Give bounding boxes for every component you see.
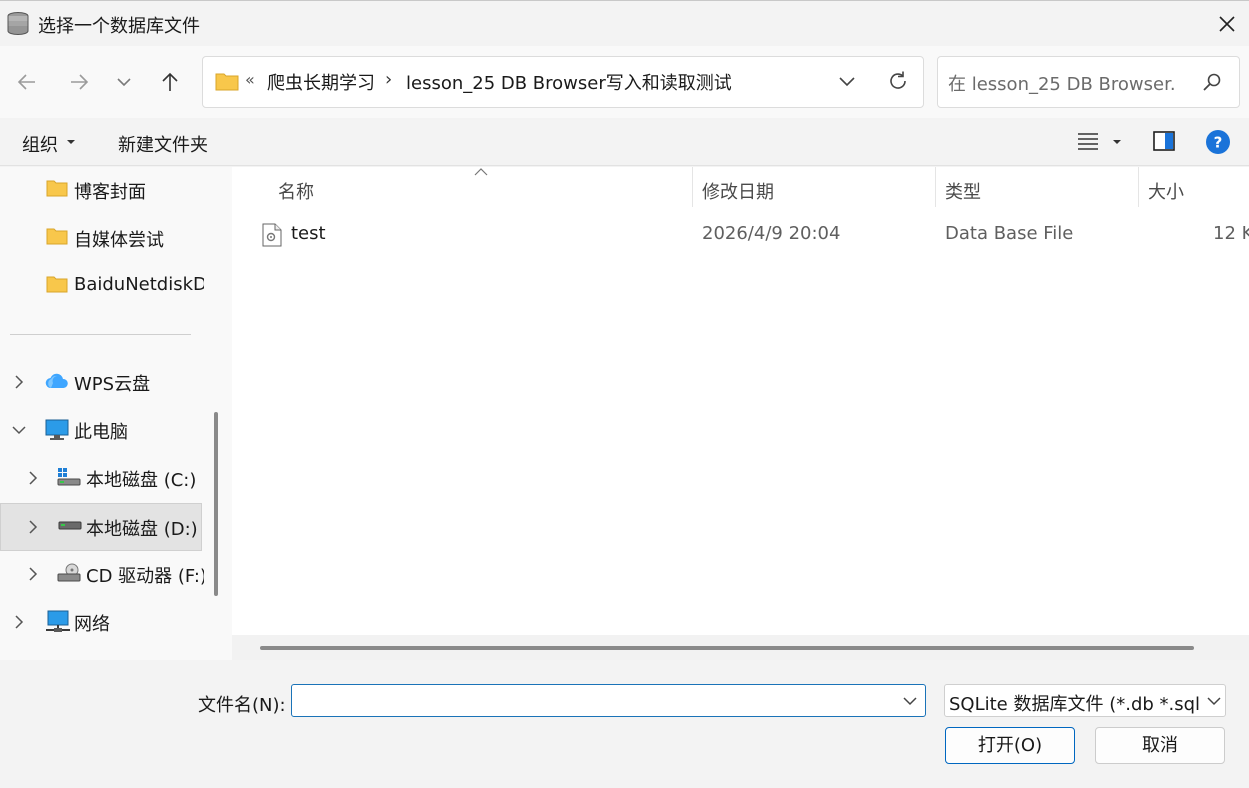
sidebar-item-label: 本地磁盘 (C:) bbox=[86, 470, 197, 491]
sidebar-item-label: 网络 bbox=[74, 614, 110, 635]
navigation-pane: 博客封面 自媒体尝试 BaiduNetdiskD WPS云盘 此电脑 本地磁盘 … bbox=[0, 167, 204, 660]
organize-menu[interactable]: 组织 bbox=[22, 131, 58, 157]
sidebar-divider bbox=[10, 334, 191, 335]
command-bar: 组织 新建文件夹 ? bbox=[0, 118, 1249, 166]
chevron-down-icon[interactable] bbox=[837, 71, 857, 91]
file-size: 12 K bbox=[1213, 223, 1249, 244]
file-type-select[interactable]: SQLite 数据库文件 (*.db *.sqlite bbox=[944, 684, 1226, 717]
file-type: Data Base File bbox=[945, 223, 1074, 244]
folder-icon bbox=[215, 71, 239, 91]
sidebar-scrollbar[interactable] bbox=[204, 167, 232, 660]
up-button[interactable] bbox=[153, 65, 187, 99]
filename-label: 文件名(N): bbox=[198, 695, 286, 716]
search-icon[interactable] bbox=[1202, 72, 1222, 92]
view-options-icon[interactable] bbox=[1077, 132, 1099, 150]
sidebar-item-baidunetdisk[interactable]: BaiduNetdiskD bbox=[0, 263, 204, 311]
cd-drive-icon bbox=[57, 563, 81, 583]
horizontal-scrollbar[interactable] bbox=[232, 635, 1249, 660]
arrow-right-icon bbox=[69, 73, 89, 91]
network-icon bbox=[45, 610, 71, 634]
chevron-right-icon[interactable] bbox=[28, 471, 38, 485]
file-dialog-footer: 文件名(N): SQLite 数据库文件 (*.db *.sqlite 打开(O… bbox=[0, 660, 1249, 788]
file-list: 名称 修改日期 类型 大小 test 2026/4/9 20:04 Data B… bbox=[232, 167, 1249, 660]
caret-down-icon[interactable] bbox=[1112, 139, 1122, 145]
folder-icon bbox=[46, 275, 68, 293]
search-input[interactable]: 在 lesson_25 DB Browser... bbox=[948, 70, 1176, 96]
column-divider[interactable] bbox=[935, 167, 936, 207]
breadcrumb-segment[interactable]: 爬虫长期学习 bbox=[267, 69, 375, 95]
recent-locations-button[interactable] bbox=[107, 65, 141, 99]
file-name: test bbox=[291, 223, 326, 244]
chevron-down-icon[interactable] bbox=[12, 425, 26, 435]
drive-icon bbox=[58, 521, 82, 531]
sidebar-item-wps-cloud[interactable]: WPS云盘 bbox=[0, 359, 202, 407]
column-header-type[interactable]: 类型 bbox=[945, 175, 981, 209]
new-folder-button[interactable]: 新建文件夹 bbox=[118, 131, 208, 157]
sidebar-item-label: 此电脑 bbox=[74, 422, 128, 443]
breadcrumb-separator[interactable]: › bbox=[385, 69, 392, 90]
sidebar-item-blog-covers[interactable]: 博客封面 bbox=[0, 167, 202, 215]
column-header-size[interactable]: 大小 bbox=[1148, 175, 1184, 209]
folder-icon bbox=[46, 179, 68, 197]
close-button[interactable] bbox=[1205, 1, 1249, 47]
chevron-right-icon[interactable] bbox=[14, 375, 24, 389]
file-type-selected: SQLite 数据库文件 (*.db *.sqlite bbox=[949, 694, 1201, 715]
address-bar[interactable]: « 爬虫长期学习 › lesson_25 DB Browser写入和读取测试 bbox=[202, 56, 924, 108]
column-divider[interactable] bbox=[1138, 167, 1139, 207]
column-header-name[interactable]: 名称 bbox=[278, 175, 314, 209]
folder-icon bbox=[46, 227, 68, 245]
scrollbar-thumb[interactable] bbox=[214, 412, 218, 596]
table-row[interactable]: test 2026/4/9 20:04 Data Base File 12 K bbox=[232, 211, 1249, 259]
scrollbar-thumb[interactable] bbox=[260, 646, 1194, 650]
cloud-icon bbox=[45, 372, 69, 390]
column-divider[interactable] bbox=[692, 167, 693, 207]
chevron-right-icon[interactable] bbox=[14, 615, 24, 629]
caret-down-icon bbox=[66, 139, 76, 145]
forward-button[interactable] bbox=[62, 65, 96, 99]
sidebar-item-label: WPS云盘 bbox=[74, 374, 151, 395]
sidebar-item-label: 自媒体尝试 bbox=[74, 230, 164, 251]
arrow-up-icon bbox=[161, 72, 179, 92]
sidebar-item-drive-d[interactable]: 本地磁盘 (D:) bbox=[0, 503, 202, 551]
refresh-icon[interactable] bbox=[887, 70, 909, 92]
cancel-button[interactable]: 取消 bbox=[1095, 727, 1225, 764]
title-bar: 选择一个数据库文件 bbox=[0, 0, 1249, 46]
file-modified: 2026/4/9 20:04 bbox=[702, 223, 841, 244]
sidebar-item-drive-f[interactable]: CD 驱动器 (F:) bbox=[0, 551, 204, 599]
back-button[interactable] bbox=[10, 65, 44, 99]
computer-icon bbox=[45, 419, 69, 441]
help-icon[interactable]: ? bbox=[1206, 130, 1230, 154]
path-overflow[interactable]: « bbox=[245, 70, 255, 89]
database-icon bbox=[6, 11, 30, 37]
window-title: 选择一个数据库文件 bbox=[38, 16, 200, 37]
arrow-left-icon bbox=[17, 73, 37, 91]
chevron-down-icon[interactable] bbox=[903, 696, 917, 706]
sidebar-item-this-pc[interactable]: 此电脑 bbox=[0, 407, 202, 455]
windows-drive-icon bbox=[57, 467, 81, 487]
column-header-modified[interactable]: 修改日期 bbox=[702, 175, 774, 209]
sidebar-item-label: CD 驱动器 (F:) bbox=[86, 566, 204, 587]
open-button[interactable]: 打开(O) bbox=[945, 727, 1075, 764]
sidebar-item-self-media[interactable]: 自媒体尝试 bbox=[0, 215, 202, 263]
search-box[interactable]: 在 lesson_25 DB Browser... bbox=[937, 56, 1240, 108]
sidebar-item-drive-c[interactable]: 本地磁盘 (C:) bbox=[0, 455, 202, 503]
sidebar-item-label: 博客封面 bbox=[74, 182, 146, 203]
breadcrumb-segment[interactable]: lesson_25 DB Browser写入和读取测试 bbox=[406, 69, 732, 95]
filename-input[interactable] bbox=[291, 684, 926, 717]
close-icon bbox=[1218, 15, 1236, 33]
chevron-right-icon[interactable] bbox=[28, 567, 38, 581]
db-file-icon bbox=[262, 223, 282, 247]
svg-text:?: ? bbox=[1214, 134, 1223, 152]
sidebar-item-network[interactable]: 网络 bbox=[0, 599, 202, 647]
sidebar-item-label: BaiduNetdiskD bbox=[74, 274, 204, 295]
navigation-bar: « 爬虫长期学习 › lesson_25 DB Browser写入和读取测试 在… bbox=[0, 46, 1249, 118]
preview-pane-icon[interactable] bbox=[1153, 131, 1175, 151]
sort-ascending-icon bbox=[474, 167, 488, 177]
chevron-down-icon[interactable] bbox=[1207, 696, 1221, 706]
chevron-right-icon[interactable] bbox=[28, 520, 38, 534]
chevron-down-icon bbox=[116, 77, 132, 87]
sidebar-item-label: 本地磁盘 (D:) bbox=[86, 519, 198, 540]
